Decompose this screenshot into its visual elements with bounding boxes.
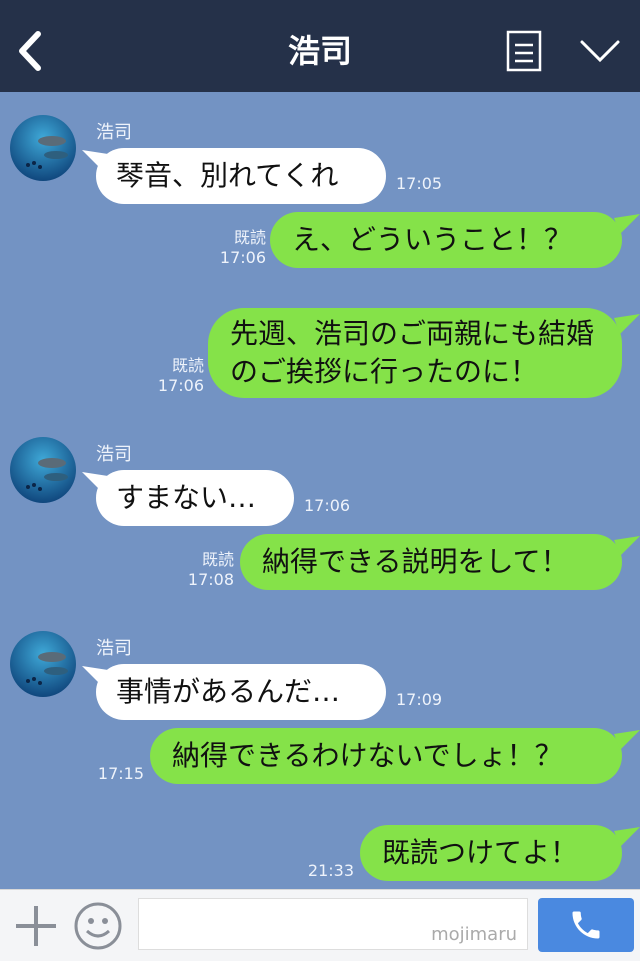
message-time: 17:15 [97, 764, 144, 783]
sender-name: 浩司 [96, 638, 132, 659]
message-time: 17:06 [219, 248, 266, 267]
outgoing-message[interactable]: え、どういうこと！？ [270, 212, 622, 268]
sender-name: 浩司 [96, 122, 132, 143]
watermark-text: mojimaru [431, 924, 517, 945]
bubble-tail [614, 536, 640, 556]
incoming-message[interactable]: 琴音、別れてくれ [96, 148, 386, 204]
sender-name: 浩司 [96, 444, 132, 465]
bubble-tail [614, 314, 640, 334]
chat-header: 浩司 [0, 0, 640, 92]
avatar[interactable] [10, 115, 76, 181]
phone-icon [572, 911, 600, 939]
read-receipt: 既読 [201, 550, 234, 569]
avatar[interactable] [10, 437, 76, 503]
bubble-tail [614, 214, 640, 234]
message-time: 21:33 [307, 861, 354, 880]
message-list[interactable]: 浩司 琴音、別れてくれ 17:05 既読 17:06 え、どういうこと！？ 既読… [0, 92, 640, 889]
outgoing-message[interactable]: 納得できる説明をして！ [240, 534, 622, 590]
read-receipt: 既読 [233, 228, 266, 247]
chevron-down-icon[interactable] [578, 36, 622, 66]
message-input[interactable]: mojimaru [138, 898, 528, 950]
message-time: 17:06 [157, 376, 204, 395]
smiley-icon[interactable] [73, 901, 123, 951]
call-button[interactable] [538, 898, 634, 952]
avatar[interactable] [10, 631, 76, 697]
outgoing-message[interactable]: 既読つけてよ！ [360, 825, 622, 881]
note-menu-icon[interactable] [506, 30, 542, 72]
message-time: 17:05 [396, 174, 443, 193]
input-bar: mojimaru [0, 889, 640, 961]
outgoing-message[interactable]: 先週、浩司のご両親にも結婚のご挨拶に行ったのに！ [208, 308, 622, 398]
bubble-tail [614, 730, 640, 750]
outgoing-message[interactable]: 納得できるわけないでしょ！？ [150, 728, 622, 784]
chat-title: 浩司 [287, 32, 352, 70]
message-time: 17:09 [396, 690, 443, 709]
incoming-message[interactable]: 事情があるんだ… [96, 664, 386, 720]
plus-icon[interactable] [14, 904, 58, 948]
incoming-message[interactable]: すまない… [96, 470, 294, 526]
message-time: 17:08 [187, 570, 234, 589]
read-receipt: 既読 [171, 356, 204, 375]
bubble-tail [614, 827, 640, 847]
message-time: 17:06 [304, 496, 351, 515]
